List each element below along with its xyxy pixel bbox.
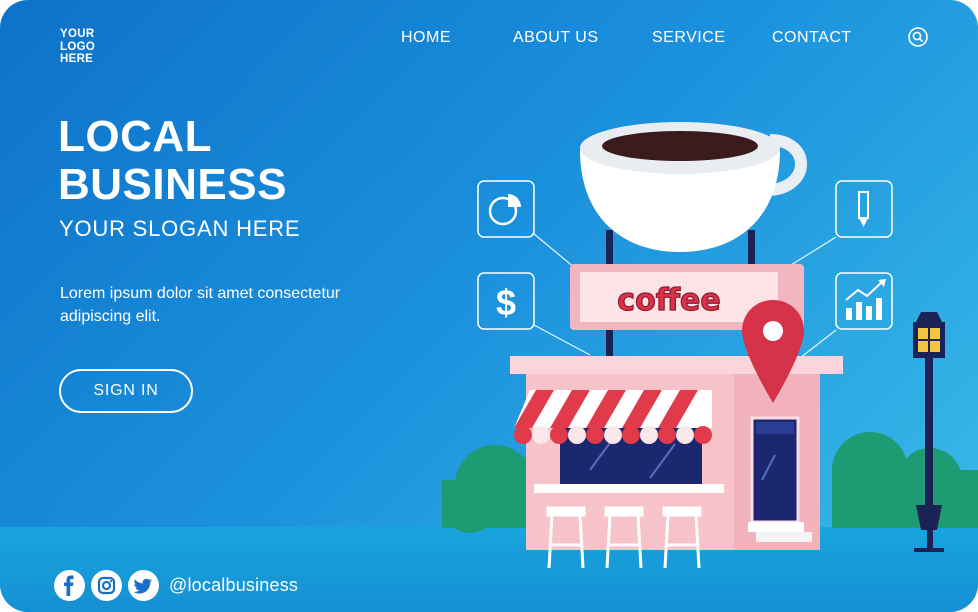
- nav-item-home[interactable]: HOME: [401, 29, 451, 47]
- nav-item-contact[interactable]: CONTACT: [772, 29, 852, 47]
- instagram-icon[interactable]: [91, 570, 122, 601]
- nav-item-about-us[interactable]: ABOUT US: [513, 29, 599, 47]
- social-handle: @localbusiness: [169, 575, 299, 595]
- pencil-icon: [835, 180, 893, 238]
- search-icon[interactable]: [908, 27, 928, 47]
- coffee-cup: [580, 122, 807, 252]
- logo[interactable]: YOUR LOGO HERE: [60, 28, 95, 66]
- hero-slogan: YOUR SLOGAN HERE: [59, 216, 301, 241]
- shop-building: [510, 356, 843, 550]
- hero-description: Lorem ipsum dolor sit amet consectetur a…: [60, 285, 341, 325]
- coffee-sign-text: coffee: [617, 283, 720, 318]
- awning: [514, 390, 712, 444]
- landing-page: $ coffee YOUR LOGO HERE HOME ABOUT US SE…: [0, 0, 978, 612]
- logo-line-3: HERE: [60, 53, 94, 65]
- svg-text:$: $: [496, 282, 516, 323]
- dollar-icon: $: [477, 272, 535, 330]
- hero-title: LOCAL BUSINESS: [58, 113, 287, 209]
- pie-chart-icon: [477, 180, 535, 238]
- facebook-icon[interactable]: [54, 570, 85, 601]
- hero-title-line-2: BUSINESS: [58, 160, 287, 209]
- nav-item-service[interactable]: SERVICE: [652, 29, 725, 47]
- hero-title-line-1: LOCAL: [58, 112, 213, 161]
- twitter-icon[interactable]: [128, 570, 159, 601]
- logo-line-2: LOGO: [60, 40, 96, 53]
- bar-chart-icon: [835, 272, 893, 330]
- sign-in-button[interactable]: SIGN IN: [59, 369, 193, 413]
- social-links: @localbusiness: [54, 570, 298, 601]
- logo-line-1: YOUR: [60, 28, 95, 40]
